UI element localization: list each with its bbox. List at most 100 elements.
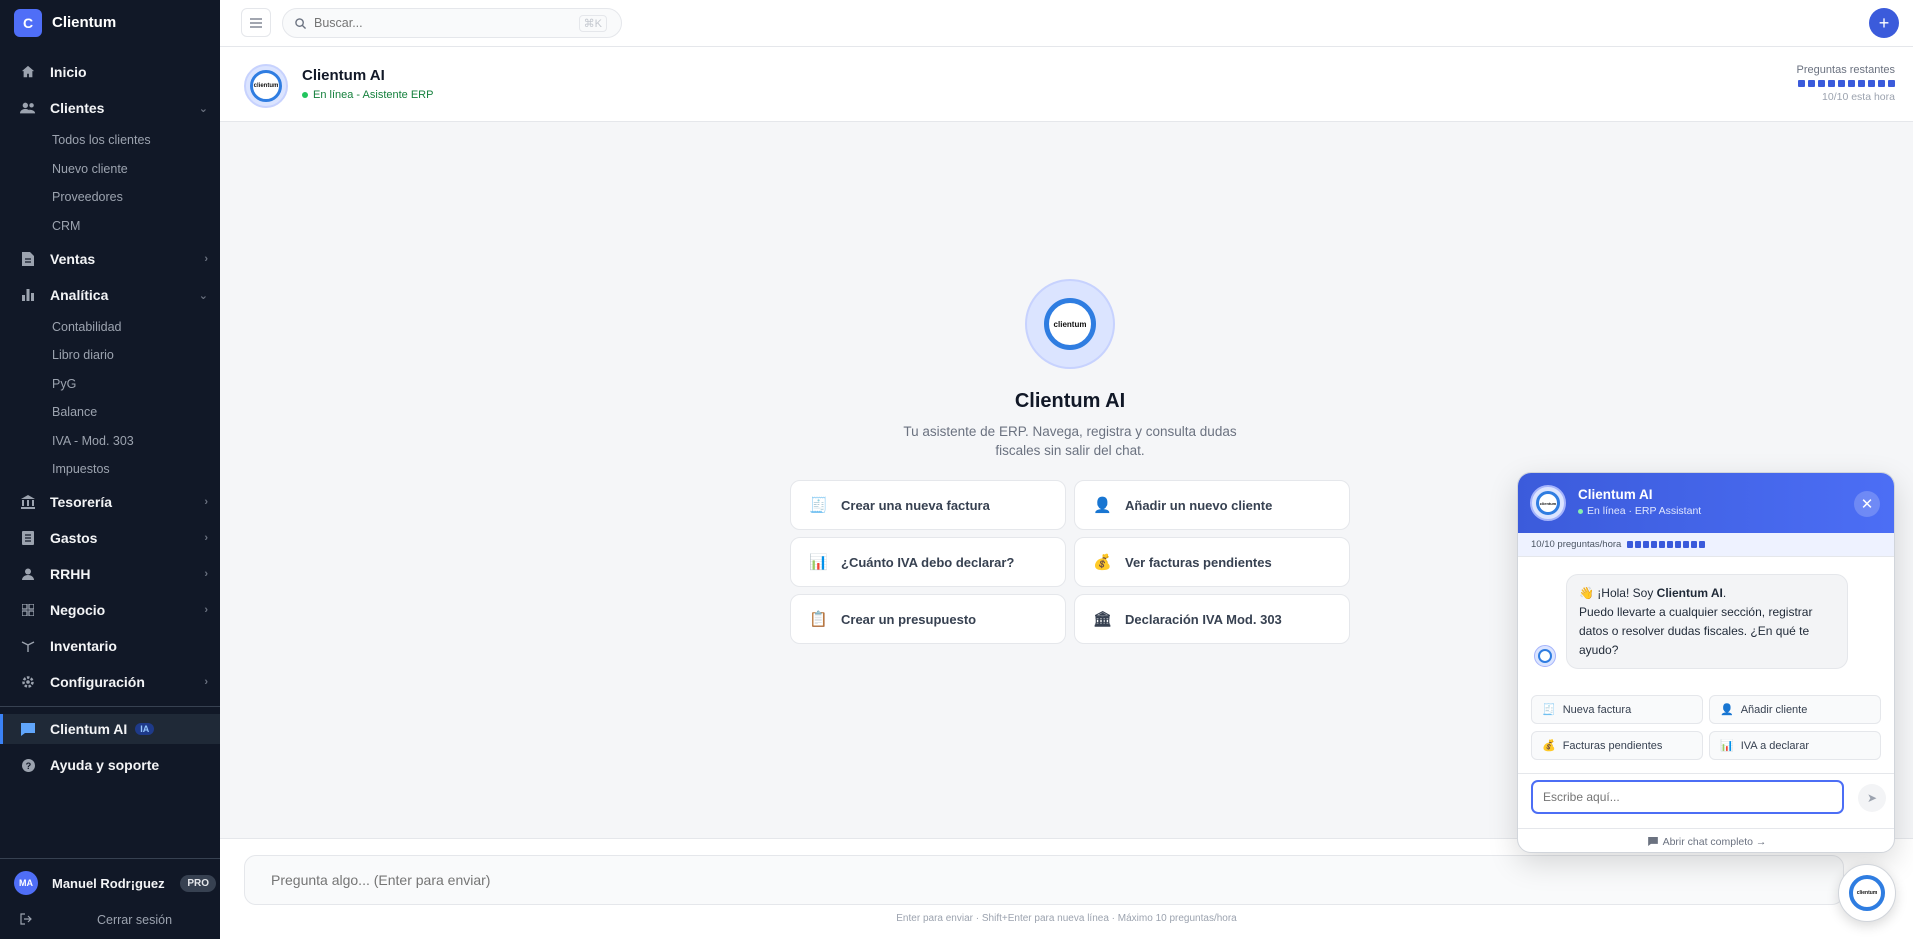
suggestion-nuevo-cliente[interactable]: 👤 Añadir un nuevo cliente — [1074, 480, 1350, 530]
quota-segment — [1888, 80, 1895, 87]
sidebar-subitem-balance[interactable]: Balance — [52, 405, 97, 419]
sidebar-subitem-pyg[interactable]: PyG — [52, 377, 76, 391]
sidebar-item-ayuda[interactable]: ? Ayuda y soporte — [0, 750, 220, 780]
sidebar-subitem-impuestos[interactable]: Impuestos — [52, 462, 110, 476]
chart-icon: 📊 — [1720, 740, 1734, 752]
bar-chart-icon — [20, 287, 36, 303]
logout-button[interactable]: Cerrar sesión — [0, 910, 220, 930]
chat-header: clientum Clientum AI En línea - Asistent… — [220, 47, 1913, 122]
suggestion-nueva-factura[interactable]: 🧾 Crear una nueva factura — [790, 480, 1066, 530]
ia-badge: IA — [135, 723, 155, 735]
sidebar-item-tesoreria[interactable]: Tesorería › — [0, 487, 220, 517]
sidebar-subitem-nuevo-cliente[interactable]: Nuevo cliente — [52, 162, 128, 176]
chat-icon — [1647, 837, 1658, 846]
brand[interactable]: C Clientum — [0, 0, 220, 45]
quota-segment — [1878, 80, 1885, 87]
clientum-logo-icon: clientum — [1044, 298, 1096, 350]
sidebar-item-analitica[interactable]: Analítica ⌄ — [0, 280, 220, 310]
sidebar-item-label: Ayuda y soporte — [50, 757, 160, 773]
user-profile[interactable]: MA Manuel Rodr¡guez PRO — [0, 868, 220, 898]
chat-status: En línea - Asistente ERP — [302, 89, 433, 101]
avatar: MA — [14, 871, 38, 895]
sidebar-item-gastos[interactable]: Gastos › — [0, 523, 220, 553]
open-full-chat-link[interactable]: Abrir chat completo → — [1518, 828, 1894, 852]
chat-title: Clientum AI — [302, 67, 385, 84]
quota-segment — [1699, 541, 1706, 548]
chevron-right-icon: › — [204, 604, 208, 616]
quota-segment — [1828, 80, 1835, 87]
suggestion-mod-303[interactable]: 🏛 Declaración IVA Mod. 303 — [1074, 594, 1350, 644]
chip-nueva-factura[interactable]: 🧾 Nueva factura — [1531, 695, 1703, 724]
send-icon[interactable]: ➤ — [1858, 784, 1886, 812]
sidebar-item-configuracion[interactable]: Configuración › — [0, 667, 220, 697]
suggestion-label: Añadir un nuevo cliente — [1125, 497, 1273, 513]
sidebar-subitem-proveedores[interactable]: Proveedores — [52, 190, 123, 204]
clientum-logo-icon: clientum — [1536, 491, 1560, 515]
gear-icon — [20, 674, 36, 690]
widget-quota-bar — [1627, 541, 1706, 548]
composer: Enter para enviar · Shift+Enter para nue… — [220, 838, 1913, 939]
search-shortcut: ⌘K — [578, 15, 607, 32]
chip-anadir-cliente[interactable]: 👤 Añadir cliente — [1709, 695, 1881, 724]
bank-icon: 🏛 — [1093, 611, 1113, 628]
sidebar-item-label: RRHH — [50, 566, 91, 582]
sidebar-subitem-iva-303[interactable]: IVA - Mod. 303 — [52, 434, 134, 448]
chat-input[interactable] — [244, 855, 1844, 905]
sidebar-divider — [0, 706, 220, 707]
sidebar-item-rrhh[interactable]: RRHH › — [0, 559, 220, 589]
chevron-right-icon: › — [204, 253, 208, 265]
logout-label: Cerrar sesión — [97, 913, 173, 927]
chevron-right-icon: › — [204, 496, 208, 508]
search-input[interactable] — [314, 16, 574, 30]
search-box[interactable]: ⌘K — [282, 8, 622, 38]
help-icon: ? — [20, 757, 36, 773]
sidebar-subitem-crm[interactable]: CRM — [52, 219, 80, 233]
invoice-icon: 🧾 — [809, 497, 828, 514]
sidebar-item-negocio[interactable]: Negocio › — [0, 595, 220, 625]
sidebar-item-inventario[interactable]: Inventario — [0, 631, 220, 661]
widget-status: En línea · ERP Assistant — [1578, 505, 1701, 517]
close-icon[interactable]: ✕ — [1854, 491, 1880, 517]
widget-avatar: clientum — [1530, 485, 1566, 521]
sidebar-item-clientum-ai[interactable]: Clientum AI IA — [0, 714, 220, 744]
open-full-chat-label: Abrir chat completo → — [1662, 835, 1767, 848]
sidebar-item-inicio[interactable]: Inicio — [0, 57, 220, 87]
sidebar-subitem-contabilidad[interactable]: Contabilidad — [52, 320, 122, 334]
receipt-icon — [20, 530, 36, 546]
suggestion-label: Crear un presupuesto — [841, 611, 977, 627]
money-bag-icon: 💰 — [1093, 554, 1112, 571]
menu-button[interactable] — [241, 8, 271, 37]
chip-facturas-pendientes[interactable]: 💰 Facturas pendientes — [1531, 731, 1703, 760]
sidebar-item-label: Tesorería — [50, 494, 112, 510]
users-icon — [20, 100, 36, 116]
chevron-down-icon: ⌄ — [198, 289, 208, 302]
suggestion-facturas-pendientes[interactable]: 💰 Ver facturas pendientes — [1074, 537, 1350, 587]
quota-segment — [1659, 541, 1666, 548]
sidebar-item-clientes[interactable]: Clientes ⌄ — [0, 93, 220, 123]
sidebar-subitem-libro-diario[interactable]: Libro diario — [52, 348, 114, 362]
clientum-logo-icon: clientum — [250, 70, 282, 102]
chip-label: Añadir cliente — [1740, 703, 1808, 716]
suggestion-label: Declaración IVA Mod. 303 — [1125, 611, 1282, 627]
widget-composer: ➤ — [1518, 773, 1894, 828]
quota-segment — [1798, 80, 1805, 87]
quota-segment — [1818, 80, 1825, 87]
bank-icon — [20, 494, 36, 510]
chat-fab-button[interactable]: clientum — [1838, 864, 1896, 922]
chip-iva[interactable]: 📊 IVA a declarar — [1709, 731, 1881, 760]
sidebar-subitem-todos-clientes[interactable]: Todos los clientes — [52, 133, 151, 147]
sidebar-item-label: Ventas — [50, 251, 96, 267]
sidebar-item-ventas[interactable]: Ventas › — [0, 244, 220, 274]
greeting-dot: . — [1722, 586, 1727, 600]
suggestion-presupuesto[interactable]: 📋 Crear un presupuesto — [790, 594, 1066, 644]
greeting-body: Puedo llevarte a cualquier sección, regi… — [1579, 605, 1813, 657]
add-button[interactable]: + — [1869, 8, 1899, 38]
sidebar-item-label: Inicio — [50, 64, 87, 80]
svg-text:?: ? — [25, 760, 31, 770]
brand-name: Clientum — [52, 14, 117, 31]
sidebar-item-label: Clientes — [50, 100, 105, 116]
quota-segment — [1691, 541, 1698, 548]
suggestion-iva[interactable]: 📊 ¿Cuánto IVA debo declarar? — [790, 537, 1066, 587]
widget-input[interactable] — [1531, 780, 1844, 814]
ai-avatar: clientum — [244, 64, 288, 108]
